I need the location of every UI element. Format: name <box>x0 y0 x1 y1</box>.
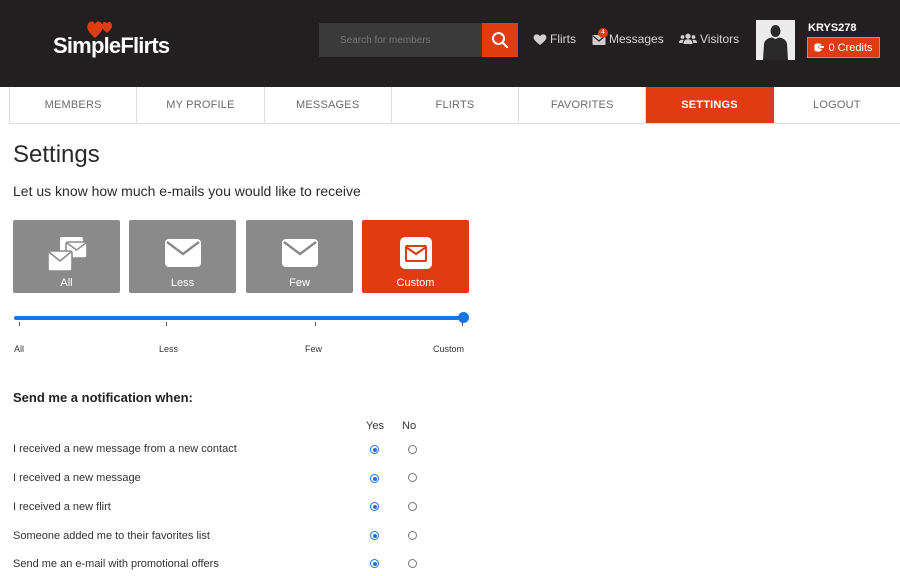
logo-text: SimpleFlirts <box>53 33 170 58</box>
search-input[interactable] <box>319 23 482 57</box>
column-no: No <box>402 420 417 432</box>
tab-flirts[interactable]: FLIRTS <box>392 87 520 123</box>
messages-badge: 4 <box>598 27 608 38</box>
credits-button[interactable]: 0 Credits <box>807 37 880 58</box>
logo[interactable]: SimpleFlirts <box>53 18 183 64</box>
radio-new-message-no[interactable] <box>408 473 417 482</box>
slider-tick <box>462 322 463 326</box>
envelope-icon <box>281 239 318 267</box>
user-silhouette-icon <box>763 25 788 60</box>
username[interactable]: KRYS278 <box>808 22 857 34</box>
page-title: Settings <box>13 141 100 168</box>
credits-label: 0 Credits <box>828 41 873 54</box>
slider-track <box>14 316 463 320</box>
radio-promotional-no[interactable] <box>408 559 417 568</box>
notification-label-new-contact-message: I received a new message from a new cont… <box>13 443 237 455</box>
notification-label-promotional: Send me an e-mail with promotional offer… <box>13 558 219 570</box>
slider-label-few: Few <box>305 344 323 354</box>
radio-new-flirt-no[interactable] <box>408 502 417 511</box>
multiple-envelopes-icon <box>46 237 88 272</box>
slider-tick <box>19 322 20 326</box>
envelope-square-icon <box>399 237 432 269</box>
nav-visitors-label: Visitors <box>700 32 740 46</box>
frequency-less-label: Less <box>170 277 195 289</box>
tab-messages[interactable]: MESSAGES <box>265 87 392 123</box>
nav-messages[interactable]: 4 Messages <box>592 27 664 49</box>
email-frequency-heading: Let us know how much e-mails you would l… <box>13 183 361 199</box>
tab-my-profile[interactable]: MY PROFILE <box>137 87 265 123</box>
radio-new-contact-message-no[interactable] <box>408 445 417 454</box>
avatar[interactable] <box>756 20 795 60</box>
radio-new-message-yes[interactable] <box>370 474 379 483</box>
radio-favorites-no[interactable] <box>408 531 417 540</box>
notification-label-favorites: Someone added me to their favorites list <box>13 530 210 542</box>
tab-favorites[interactable]: FAVORITES <box>519 87 647 123</box>
heart-icon <box>533 33 547 45</box>
tab-logout[interactable]: LOGOUT <box>774 87 900 123</box>
notifications-heading: Send me a notification when: <box>13 390 193 405</box>
envelope-icon <box>164 239 201 267</box>
frequency-less-button[interactable]: Less <box>129 220 236 293</box>
email-frequency-slider[interactable] <box>14 312 470 326</box>
search-box <box>319 23 518 57</box>
slider-thumb[interactable] <box>458 312 469 323</box>
coins-icon <box>814 43 826 52</box>
tab-members[interactable]: MEMBERS <box>10 87 138 123</box>
notification-label-new-message: I received a new message <box>13 472 141 484</box>
search-button[interactable] <box>482 23 518 57</box>
slider-label-all: All <box>14 344 25 354</box>
search-icon <box>492 32 509 49</box>
radio-favorites-yes[interactable] <box>370 531 379 540</box>
frequency-custom-label: Custom <box>396 277 435 289</box>
radio-promotional-yes[interactable] <box>370 559 379 568</box>
slider-label-less: Less <box>159 344 179 354</box>
slider-tick <box>315 322 316 326</box>
tab-settings[interactable]: SETTINGS <box>646 87 774 123</box>
users-icon <box>679 33 697 44</box>
slider-tick <box>166 322 167 326</box>
nav-flirts-label: Flirts <box>550 32 576 46</box>
frequency-few-label: Few <box>289 277 310 289</box>
nav-visitors[interactable]: Visitors <box>679 29 739 49</box>
nav-messages-label: Messages <box>609 32 664 46</box>
slider-label-custom: Custom <box>433 344 465 354</box>
frequency-all-label: All <box>60 277 73 289</box>
notification-label-new-flirt: I received a new flirt <box>13 501 111 513</box>
main-tabs: MEMBERS MY PROFILE MESSAGES FLIRTS FAVOR… <box>9 87 900 124</box>
messages-icon-wrap: 4 <box>592 27 608 46</box>
top-header: SimpleFlirts Flirts 4 Messages <box>0 0 900 87</box>
column-yes: Yes <box>366 420 384 432</box>
nav-flirts[interactable]: Flirts <box>533 29 576 49</box>
frequency-few-button[interactable]: Few <box>246 220 353 293</box>
frequency-custom-button[interactable]: Custom <box>362 220 469 293</box>
radio-new-contact-message-yes[interactable] <box>370 445 379 454</box>
frequency-all-button[interactable]: All <box>13 220 120 293</box>
radio-new-flirt-yes[interactable] <box>370 502 379 511</box>
